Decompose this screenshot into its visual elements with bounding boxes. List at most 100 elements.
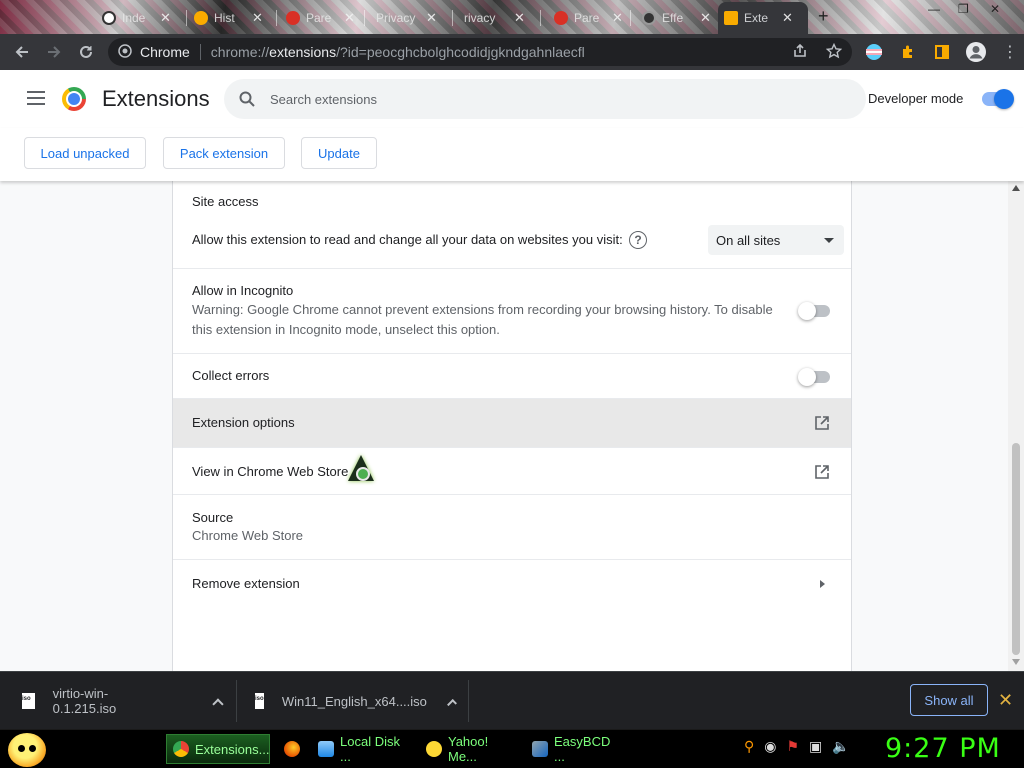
browser-tab[interactable]: Inde ✕ [96, 4, 177, 32]
hamburger-menu-icon[interactable] [27, 91, 45, 105]
search-bar[interactable] [224, 79, 866, 119]
chevron-up-icon[interactable] [212, 698, 224, 710]
collect-errors-toggle[interactable] [798, 368, 830, 386]
open-in-new-icon[interactable] [814, 415, 830, 431]
taskbar-item-label: Yahoo! Me... [448, 734, 489, 764]
close-icon[interactable]: ✕ [514, 10, 525, 26]
scrollbar-thumb[interactable] [1012, 443, 1020, 655]
browser-tab[interactable]: Hist ✕ [188, 4, 269, 32]
chevron-down-icon [824, 238, 834, 243]
extension-options-row[interactable]: Extension options [173, 399, 851, 447]
profile-flag-icon[interactable] [860, 36, 888, 68]
download-item[interactable]: virtio-win-0.1.215.iso [22, 672, 224, 730]
toolbar-right: ⋮ [860, 36, 1024, 68]
taskbar-item-explorer[interactable]: Local Disk ... [312, 734, 416, 764]
chrome-site-icon [118, 43, 132, 61]
scroll-up-arrow-icon[interactable] [1012, 185, 1020, 191]
tab-title: rivacy [464, 11, 496, 25]
more-vertical-icon[interactable]: ⋮ [996, 36, 1024, 68]
browser-tab[interactable]: Effe ✕ [636, 4, 717, 32]
start-button-icon[interactable] [8, 733, 46, 767]
scroll-down-arrow-icon[interactable] [1012, 659, 1020, 665]
close-icon[interactable]: ✕ [998, 690, 1013, 711]
close-icon[interactable]: ✕ [700, 10, 711, 26]
mouse-cursor-icon [348, 455, 374, 481]
side-panel-icon[interactable] [928, 36, 956, 68]
extensions-header: Extensions Developer mode [0, 70, 1024, 128]
taskbar-item-label: EasyBCD ... [554, 734, 611, 764]
incognito-section: Allow in Incognito Warning: Google Chrom… [173, 269, 851, 353]
page-title: Extensions [102, 86, 210, 111]
taskbar-item-yahoo[interactable]: Yahoo! Me... [420, 734, 520, 764]
close-icon[interactable]: ✕ [344, 10, 355, 26]
browser-tab[interactable]: Pare ✕ [548, 4, 629, 32]
easybcd-icon [532, 741, 548, 757]
tab-separator [276, 10, 277, 26]
update-button[interactable]: Update [301, 137, 377, 169]
address-bar[interactable]: Chrome chrome://extensions/?id=peocghcbo… [108, 38, 852, 66]
action-center-flag-icon[interactable]: ⚑ [786, 738, 799, 755]
search-tray-icon[interactable]: ⚲ [744, 738, 754, 755]
volume-icon[interactable]: 🔈 [832, 738, 849, 755]
download-item[interactable]: Win11_English_x64....iso [255, 672, 457, 730]
browser-tab[interactable]: Privacy ✕ [370, 4, 443, 32]
display-icon[interactable]: ▣ [809, 738, 822, 755]
close-icon[interactable]: ✕ [612, 10, 623, 26]
url-path: /?id=peocghcbolghcodidjgkndgahnlaecfl [336, 44, 585, 60]
browser-tab[interactable]: Pare ✕ [280, 4, 361, 32]
incognito-toggle[interactable] [798, 302, 830, 320]
download-filename: virtio-win-0.1.215.iso [52, 686, 117, 716]
source-title: Source [192, 510, 234, 525]
forward-arrow-icon[interactable] [38, 36, 70, 68]
taskbar-item-easybcd[interactable]: EasyBCD ... [526, 734, 622, 764]
reload-icon[interactable] [70, 36, 102, 68]
taskbar-item-label: Extensions... [195, 741, 270, 757]
vertical-scrollbar[interactable] [1008, 181, 1024, 671]
browser-tab-active[interactable]: Exte ✕ [718, 2, 808, 34]
tab-separator [364, 10, 365, 26]
tab-separator [540, 10, 541, 26]
taskbar-item-firefox[interactable] [278, 734, 308, 764]
remove-extension-row[interactable]: Remove extension [173, 560, 851, 608]
avatar-icon[interactable] [962, 36, 990, 68]
network-globe-icon[interactable]: ◉ [764, 738, 776, 755]
tab-title: Exte [744, 11, 769, 25]
close-icon[interactable]: ✕ [426, 10, 437, 26]
close-window-icon[interactable]: ✕ [990, 2, 1000, 16]
new-tab-plus-icon[interactable]: + [818, 6, 829, 27]
search-input[interactable] [270, 91, 830, 107]
load-unpacked-button[interactable]: Load unpacked [24, 137, 146, 169]
tab-favicon-icon [102, 11, 116, 25]
back-arrow-icon[interactable] [6, 36, 38, 68]
developer-mode-toggle[interactable] [982, 89, 1014, 109]
minimize-icon[interactable]: — [928, 2, 940, 16]
yahoo-messenger-icon [426, 741, 442, 757]
tab-title: Pare [574, 11, 600, 25]
close-icon[interactable]: ✕ [252, 10, 263, 26]
site-access-selected: On all sites [716, 232, 781, 248]
browser-tab[interactable]: rivacy ✕ [458, 4, 531, 32]
tab-title: Effe [662, 11, 684, 25]
extensions-puzzle-icon[interactable] [894, 36, 922, 68]
chevron-up-icon[interactable] [446, 699, 457, 709]
taskbar-clock[interactable]: 9:27 PM [885, 733, 1001, 764]
site-access-description: Allow this extension to read and change … [192, 232, 623, 247]
site-access-dropdown[interactable]: On all sites [708, 225, 844, 255]
close-icon[interactable]: ✕ [782, 10, 793, 26]
collect-errors-section: Collect errors [173, 354, 851, 399]
web-store-row[interactable]: View in Chrome Web Store [173, 448, 851, 495]
open-in-new-icon[interactable] [814, 464, 830, 480]
iso-file-icon [22, 693, 35, 709]
close-icon[interactable]: ✕ [160, 10, 171, 26]
share-icon[interactable] [792, 43, 808, 62]
collect-errors-title: Collect errors [192, 368, 270, 383]
omnibox-divider [199, 44, 201, 60]
download-separator [236, 680, 237, 722]
taskbar-item-chrome[interactable]: Extensions... [166, 734, 270, 764]
restore-icon[interactable]: ❐ [958, 2, 969, 16]
chrome-logo-icon [62, 87, 86, 111]
bookmark-star-icon[interactable] [825, 42, 843, 62]
show-all-button[interactable]: Show all [910, 684, 988, 716]
help-icon[interactable]: ? [629, 231, 647, 249]
pack-extension-button[interactable]: Pack extension [163, 137, 285, 169]
